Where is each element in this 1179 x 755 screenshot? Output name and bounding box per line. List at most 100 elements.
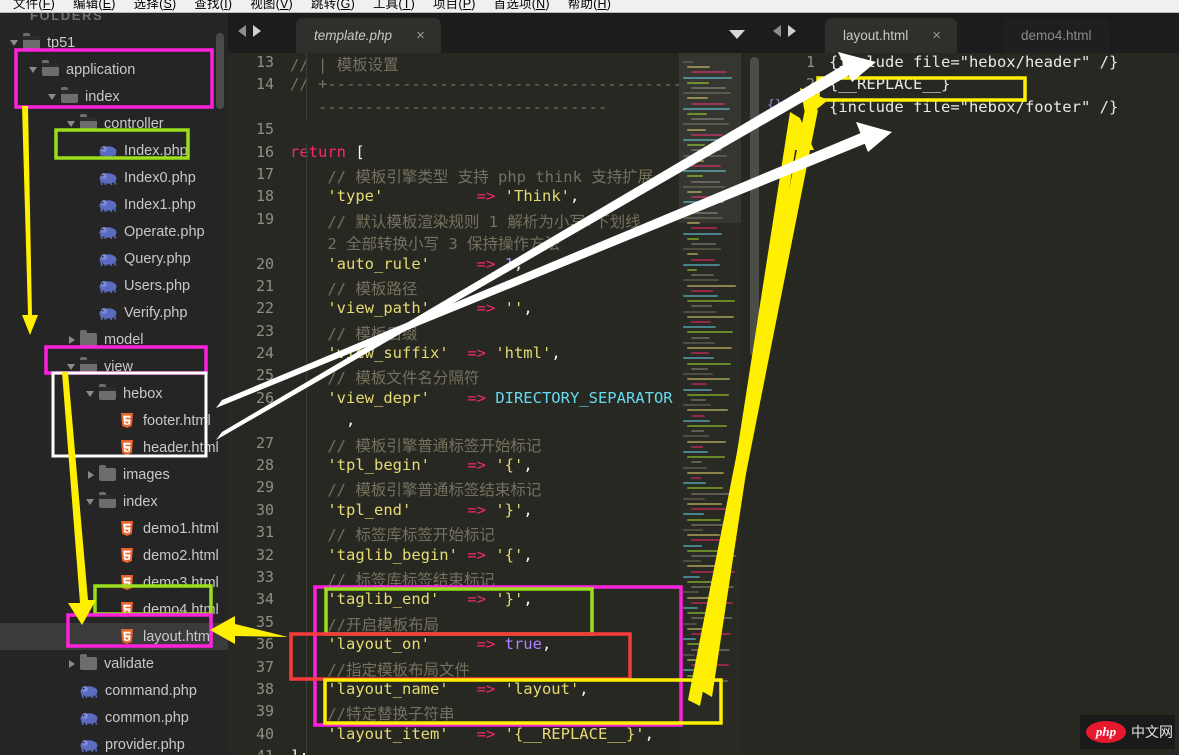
folder-open-icon <box>99 384 116 400</box>
minimap-line <box>691 601 733 604</box>
chevron-open-icon[interactable] <box>86 389 95 398</box>
tree-item-command-php[interactable]: command.php <box>0 677 228 704</box>
minimap-line <box>691 305 712 308</box>
code-text: 'layout_name' => 'layout', <box>290 679 589 698</box>
tree-item-demo2-html[interactable]: demo2.html <box>0 542 228 569</box>
close-icon[interactable]: × <box>932 27 941 44</box>
menu-item-6[interactable]: 工具(T) <box>364 0 424 12</box>
minimap-line <box>691 492 740 495</box>
tree-item-index0-php[interactable]: Index0.php <box>0 164 228 191</box>
chevron-right-icon[interactable] <box>253 25 261 37</box>
minimap-viewport[interactable] <box>679 53 741 223</box>
minimap-line <box>683 482 706 485</box>
chevron-left-icon[interactable] <box>238 25 246 37</box>
chevron-open-icon[interactable] <box>10 38 19 47</box>
line-number: 36 <box>255 635 274 654</box>
sidebar-scrollbar[interactable] <box>216 33 224 109</box>
chevron-open-icon[interactable] <box>67 119 76 128</box>
tree-item-view[interactable]: view <box>0 353 228 380</box>
php-file-icon <box>99 144 117 158</box>
chevron-open-icon[interactable] <box>67 362 76 371</box>
tree-item-common-php[interactable]: common.php <box>0 704 228 731</box>
tree-item-tp51[interactable]: tp51 <box>0 29 228 56</box>
minimap-line <box>691 258 715 261</box>
tab-demo4-html[interactable]: demo4.html <box>1003 18 1110 53</box>
tree-item-controller[interactable]: controller <box>0 110 228 137</box>
tree-item-index[interactable]: index <box>0 488 228 515</box>
menu-item-4[interactable]: 视图(V) <box>241 0 302 12</box>
code-line[interactable]: 1 {include file="hebox/header" /} <box>763 53 1179 75</box>
indent-guide <box>306 657 307 680</box>
chevron-open-icon[interactable] <box>86 497 95 506</box>
line-number: 18 <box>255 187 274 206</box>
chevron-open-icon[interactable] <box>48 92 57 101</box>
chevron-closed-icon[interactable] <box>67 659 76 668</box>
menu-item-8[interactable]: 首选项(N) <box>485 0 559 12</box>
code-line[interactable]: 2 {__REPLACE__} <box>763 75 1179 97</box>
code-content-right[interactable]: 1 {include file="hebox/header" /} 2 {__REPL… <box>763 53 1179 120</box>
tree-item-images[interactable]: images <box>0 461 228 488</box>
code-text: //特定替换子符串 <box>290 705 455 724</box>
tree-item-model[interactable]: model <box>0 326 228 353</box>
minimap-line <box>683 466 707 469</box>
chevron-closed-icon[interactable] <box>67 335 76 344</box>
menu-item-5[interactable]: 跳转(G) <box>302 0 364 12</box>
chevron-left-icon[interactable] <box>773 25 781 37</box>
menu-item-0[interactable]: 文件(F) <box>4 0 64 12</box>
tree-item-index1-php[interactable]: Index1.php <box>0 191 228 218</box>
minimap-line <box>687 269 697 271</box>
tab-nav-arrows[interactable] <box>238 25 261 37</box>
tree-item-provider-php[interactable]: provider.php <box>0 731 228 755</box>
chevron-down-icon[interactable] <box>729 30 745 39</box>
code-text: 'layout_on' => true, <box>290 635 552 654</box>
tree-item-query-php[interactable]: Query.php <box>0 245 228 272</box>
tree-item-demo1-html[interactable]: demo1.html <box>0 515 228 542</box>
menu-item-3[interactable]: 查找(I) <box>185 0 241 12</box>
file-tree[interactable]: tp51 application index controller Index.php I… <box>0 29 228 755</box>
tree-item-header-html[interactable]: header.html <box>0 434 228 461</box>
minimap-line <box>683 622 697 625</box>
tree-item-layout-html[interactable]: layout.html <box>0 623 228 650</box>
minimap-line <box>683 653 695 656</box>
indent-guide <box>306 456 307 479</box>
tab-template-php[interactable]: template.php × <box>296 18 441 53</box>
minimap-line <box>691 679 728 682</box>
tree-item-label: demo3.html <box>143 574 219 591</box>
menu-item-2[interactable]: 选择(S) <box>125 0 186 12</box>
tab-label: layout.html <box>843 28 909 43</box>
close-icon[interactable]: × <box>416 27 425 44</box>
file-explorer-sidebar[interactable]: FOLDERS tp51 application index controller In… <box>0 13 228 755</box>
indent-guide <box>306 567 307 591</box>
tab-layout-html[interactable]: layout.html × <box>825 18 958 53</box>
code-text: 'tpl_begin' => '{', <box>290 456 533 475</box>
tree-item-demo3-html[interactable]: demo3.html <box>0 569 228 596</box>
tree-item-hebox[interactable]: hebox <box>0 380 228 407</box>
tree-item-validate[interactable]: validate <box>0 650 228 677</box>
chevron-right-icon[interactable] <box>788 25 796 37</box>
tree-item-operate-php[interactable]: Operate.php <box>0 218 228 245</box>
chevron-open-icon[interactable] <box>29 65 38 74</box>
minimap-line <box>687 659 712 661</box>
editor-scrollbar-left[interactable] <box>750 57 759 357</box>
tree-item-index-php[interactable]: Index.php <box>0 137 228 164</box>
code-fold-icon[interactable]: {} <box>767 98 783 113</box>
tree-item-demo4-html[interactable]: demo4.html <box>0 596 228 623</box>
tree-item-index[interactable]: index <box>0 83 228 110</box>
menu-item-9[interactable]: 帮助(H) <box>559 0 620 12</box>
code-text: 'view_path' => '', <box>290 299 533 318</box>
minimap-line <box>691 289 713 292</box>
tree-item-application[interactable]: application <box>0 56 228 83</box>
menu-item-7[interactable]: 项目(P) <box>424 0 485 12</box>
tree-item-verify-php[interactable]: Verify.php <box>0 299 228 326</box>
tab-nav-arrows-right[interactable] <box>773 25 796 37</box>
minimap-line <box>683 373 713 375</box>
tree-item-footer-html[interactable]: footer.html <box>0 407 228 434</box>
minimap-line <box>687 425 727 427</box>
tree-item-users-php[interactable]: Users.php <box>0 272 228 299</box>
code-text: 'layout_item' => '{__REPLACE__}', <box>290 724 654 743</box>
code-line[interactable]: 3{} {include file="hebox/footer" /} <box>763 98 1179 120</box>
chevron-closed-icon[interactable] <box>86 470 95 479</box>
menu-item-1[interactable]: 编辑(E) <box>64 0 125 12</box>
folders-header: FOLDERS <box>30 13 104 23</box>
